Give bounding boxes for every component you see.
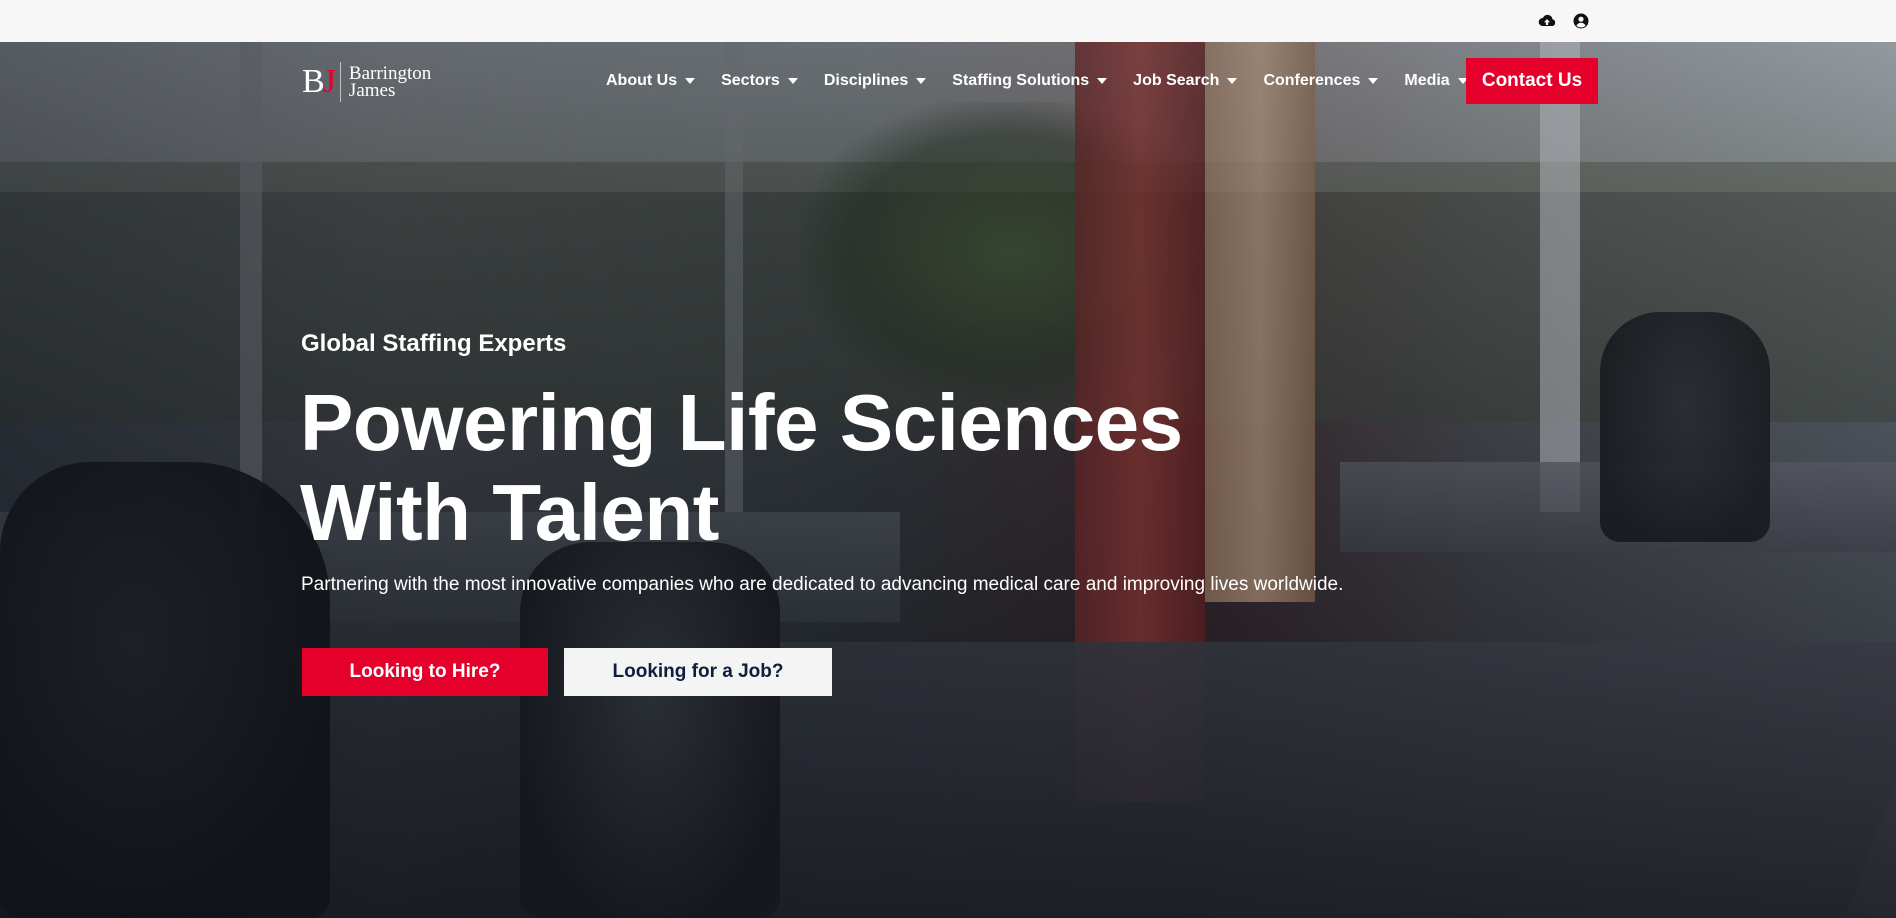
nav-item-label: Job Search [1133,72,1220,89]
office-plant [800,102,1220,402]
hero-subtext: Partnering with the most innovative comp… [301,574,1344,595]
chevron-down-icon [685,78,696,84]
brand-logo[interactable]: BJ Barrington James [302,60,452,104]
nav-item-job-search[interactable]: Job Search [1133,68,1238,94]
chevron-down-icon [1368,78,1379,84]
hero-headline-line2: With Talent [300,468,719,557]
chevron-down-icon [916,78,927,84]
chevron-down-icon [787,78,798,84]
logo-monogram: BJ [302,63,336,100]
chevron-down-icon [1227,78,1238,84]
nav-item-disciplines[interactable]: Disciplines [823,68,927,94]
looking-for-job-button[interactable]: Looking for a Job? [564,648,832,696]
looking-to-hire-button[interactable]: Looking to Hire? [302,648,548,696]
nav-item-label: Disciplines [823,72,909,89]
contact-us-button[interactable]: Contact Us [1466,58,1598,104]
nav-item-label: Staffing Solutions [952,72,1090,89]
hero-headline-line1: Powering Life Sciences [300,378,1183,467]
logo-divider [339,62,341,102]
main-navigation: BJ Barrington James About Us Sectors Dis… [0,42,1896,122]
nav-item-about-us[interactable]: About Us [606,68,696,94]
nav-item-label: About Us [606,72,678,89]
user-account-icon[interactable] [1572,12,1590,30]
office-chair [0,462,330,918]
utility-bar [0,0,1896,42]
hero-eyebrow: Global Staffing Experts [301,330,567,357]
nav-item-media[interactable]: Media [1404,68,1468,94]
office-table [1340,462,1896,552]
nav-item-label: Sectors [721,72,780,89]
nav-menu: About Us Sectors Disciplines Staffing So… [606,68,1494,94]
nav-item-sectors[interactable]: Sectors [721,68,798,94]
nav-item-label: Conferences [1263,72,1361,89]
hero-headline: Powering Life Sciences With Talent [300,378,1400,558]
logo-wordmark: Barrington James [348,63,432,101]
nav-item-label: Media [1404,72,1450,89]
nav-item-staffing-solutions[interactable]: Staffing Solutions [952,68,1108,94]
office-chair [1600,312,1770,542]
nav-item-conferences[interactable]: Conferences [1263,68,1379,94]
cloud-upload-icon[interactable] [1538,12,1556,30]
chevron-down-icon [1097,78,1108,84]
